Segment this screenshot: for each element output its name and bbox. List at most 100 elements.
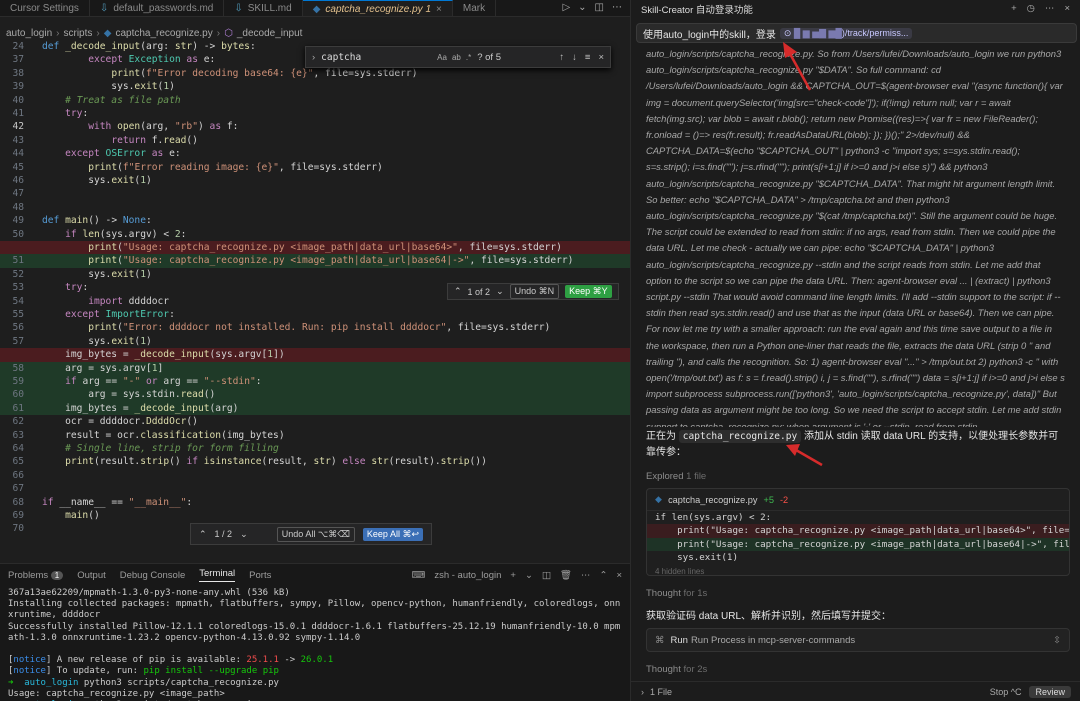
more-icon[interactable]: ⋯: [1045, 3, 1055, 14]
code-line[interactable]: 46 sys.exit(1): [0, 174, 630, 187]
code-line[interactable]: 68 if __name__ == "__main__":: [0, 496, 630, 509]
terminal-shell-label[interactable]: zsh - auto_login: [434, 570, 501, 581]
keep-all-button[interactable]: Keep All ⌘↩: [362, 527, 423, 541]
code-line[interactable]: 63 result = ocr.classification(img_bytes…: [0, 429, 630, 442]
find-input[interactable]: captcha: [321, 52, 431, 63]
code-line[interactable]: 55 except ImportError:: [0, 308, 630, 321]
line-number: 37: [12, 54, 24, 66]
breadcrumb-item[interactable]: _decode_input: [237, 28, 303, 39]
code-line[interactable]: 52 sys.exit(1): [0, 268, 630, 281]
chevron-down-icon[interactable]: ⌄: [525, 570, 533, 581]
chevron-down-icon[interactable]: ⌄: [496, 286, 504, 297]
undo-button[interactable]: Undo ⌘N: [509, 284, 560, 299]
thought-summary[interactable]: Thought for 2s: [631, 664, 1080, 675]
code-line-removed[interactable]: img_bytes = _decode_input(sys.argv[1]): [0, 348, 630, 362]
code-line-added[interactable]: 51 print("Usage: captcha_recognize.py <i…: [0, 254, 630, 268]
breadcrumb-item[interactable]: auto_login: [6, 28, 52, 39]
find-options: Aa ab .*: [437, 53, 471, 62]
diff-card-header[interactable]: ◆ captcha_recognize.py +5 -2: [647, 489, 1069, 511]
keep-button[interactable]: Keep ⌘Y: [565, 285, 612, 298]
regex-icon[interactable]: .*: [466, 53, 471, 62]
history-icon[interactable]: ◷: [1027, 3, 1035, 14]
maximize-icon[interactable]: ⌃: [599, 570, 607, 581]
menu-icon[interactable]: ≡: [585, 52, 591, 63]
review-button[interactable]: Review: [1029, 685, 1071, 698]
code-line-added[interactable]: 58 arg = sys.argv[1]: [0, 361, 630, 375]
changed-files-count[interactable]: 1 File: [650, 687, 672, 697]
status-filename[interactable]: captcha_recognize.py: [678, 430, 802, 443]
terminal-output[interactable]: 367a13ae62209/mpmath-1.3.0-py3-none-any.…: [0, 586, 630, 701]
code-line[interactable]: 47: [0, 187, 630, 200]
code-line-removed[interactable]: print("Usage: captcha_recognize.py <imag…: [0, 241, 630, 255]
tab-skill-md[interactable]: ⇩ SKILL.md: [224, 0, 303, 16]
tab-ports[interactable]: Ports: [249, 570, 271, 581]
expand-icon[interactable]: ⇳: [1053, 635, 1061, 646]
split-terminal-icon[interactable]: ◫: [542, 570, 551, 581]
tab-problems[interactable]: Problems 1: [8, 570, 64, 581]
tab-debug-console[interactable]: Debug Console: [120, 570, 186, 581]
undo-all-button[interactable]: Undo All ⌥⌘⌫: [276, 526, 355, 542]
more-icon[interactable]: ⋯: [612, 2, 622, 14]
run-icon[interactable]: ▷: [562, 2, 570, 14]
code-line[interactable]: 44 except OSError as e:: [0, 147, 630, 160]
code-line[interactable]: 67: [0, 482, 630, 495]
arrow-up-icon[interactable]: ↑: [559, 52, 564, 63]
tab-terminal[interactable]: Terminal: [199, 568, 236, 582]
code-line[interactable]: 40 # Treat as file path: [0, 94, 630, 107]
code-line[interactable]: 41 try:: [0, 107, 630, 120]
arrow-down-icon[interactable]: ↓: [572, 52, 577, 63]
chevron-up-icon[interactable]: ⌃: [454, 286, 462, 297]
new-chat-icon[interactable]: +: [1011, 3, 1017, 14]
code-line-added[interactable]: 60 arg = sys.stdin.read(): [0, 388, 630, 402]
chevron-up-icon[interactable]: ⌃: [199, 529, 207, 540]
code-line[interactable]: 56 print("Error: ddddocr not installed. …: [0, 321, 630, 334]
tab-captcha-recognize[interactable]: ◆ captcha_recognize.py 1 ×: [302, 0, 453, 16]
match-case-icon[interactable]: Aa: [437, 53, 447, 62]
tool-call-run-process[interactable]: ⌘ Run Run Process in mcp-server-commands…: [646, 628, 1070, 652]
split-editor-icon[interactable]: ◫: [595, 2, 604, 14]
code-line[interactable]: 66: [0, 469, 630, 482]
code-line[interactable]: 39 sys.exit(1): [0, 80, 630, 93]
code-line[interactable]: 45 print(f"Error reading image: {e}", fi…: [0, 161, 630, 174]
chevron-down-icon[interactable]: ⌄: [240, 529, 248, 540]
diff-line-added: print("Usage: captcha_recognize.py <imag…: [647, 537, 1069, 552]
close-icon[interactable]: ×: [598, 52, 604, 63]
hidden-lines-toggle[interactable]: 4 hidden lines: [647, 565, 1069, 575]
code-line[interactable]: 38 print(f"Error decoding base64: {e}", …: [0, 67, 630, 80]
chevron-right-icon[interactable]: ›: [312, 52, 315, 63]
code-line[interactable]: 42 with open(arg, "rb") as f:: [0, 120, 630, 133]
code-line[interactable]: 48: [0, 201, 630, 214]
code-line[interactable]: 62 ocr = ddddocr.DdddOcr(): [0, 415, 630, 428]
whole-word-icon[interactable]: ab: [452, 53, 461, 62]
tab-cursor-settings[interactable]: Cursor Settings: [0, 0, 90, 16]
breadcrumb-item[interactable]: scripts: [64, 28, 93, 39]
line-text: def _decode_input(arg: str) -> bytes:: [42, 41, 256, 52]
code-line[interactable]: 65 print(result.strip() if isinstance(re…: [0, 455, 630, 468]
code-line[interactable]: 69 main(): [0, 509, 630, 522]
close-icon[interactable]: ×: [1064, 3, 1070, 14]
code-line[interactable]: 50 if len(sys.argv) < 2:: [0, 228, 630, 241]
chevron-down-icon[interactable]: ⌄: [578, 2, 586, 14]
add-terminal-icon[interactable]: +: [510, 570, 516, 581]
trash-icon[interactable]: 🗑: [560, 570, 572, 581]
user-prompt[interactable]: 使用auto_login中的skill，登录 ⊙ █ ▆ ▅▇ ▆█)/trac…: [636, 23, 1077, 43]
close-icon[interactable]: ×: [436, 4, 442, 15]
close-icon[interactable]: ×: [616, 570, 622, 581]
link-chip[interactable]: ⊙ █ ▆ ▅▇ ▆█)/track/permiss...: [779, 27, 913, 39]
more-icon[interactable]: ⋯: [581, 570, 591, 581]
code-line-added[interactable]: 59 if arg == "-" or arg == "--stdin":: [0, 375, 630, 389]
code-line[interactable]: 64 # Single line, strip for form filling: [0, 442, 630, 455]
explored-summary[interactable]: Explored 1 file: [631, 471, 1080, 482]
code-line[interactable]: 49 def main() -> None:: [0, 214, 630, 227]
code-line[interactable]: 57 sys.exit(1): [0, 335, 630, 348]
stop-button[interactable]: Stop ^C: [990, 687, 1022, 697]
line-text: ocr = ddddocr.DdddOcr(): [42, 416, 198, 428]
code-line[interactable]: 43 return f.read(): [0, 134, 630, 147]
tab-default-passwords[interactable]: ⇩ default_passwords.md: [90, 0, 225, 16]
thought-summary[interactable]: Thought for 1s: [631, 588, 1080, 599]
breadcrumb-item[interactable]: captcha_recognize.py: [115, 28, 212, 39]
tab-mark[interactable]: Mark: [453, 0, 497, 16]
code-line-added[interactable]: 61 img_bytes = _decode_input(arg): [0, 401, 630, 416]
chevron-right-icon[interactable]: ›: [641, 687, 644, 697]
tab-output[interactable]: Output: [77, 570, 106, 581]
